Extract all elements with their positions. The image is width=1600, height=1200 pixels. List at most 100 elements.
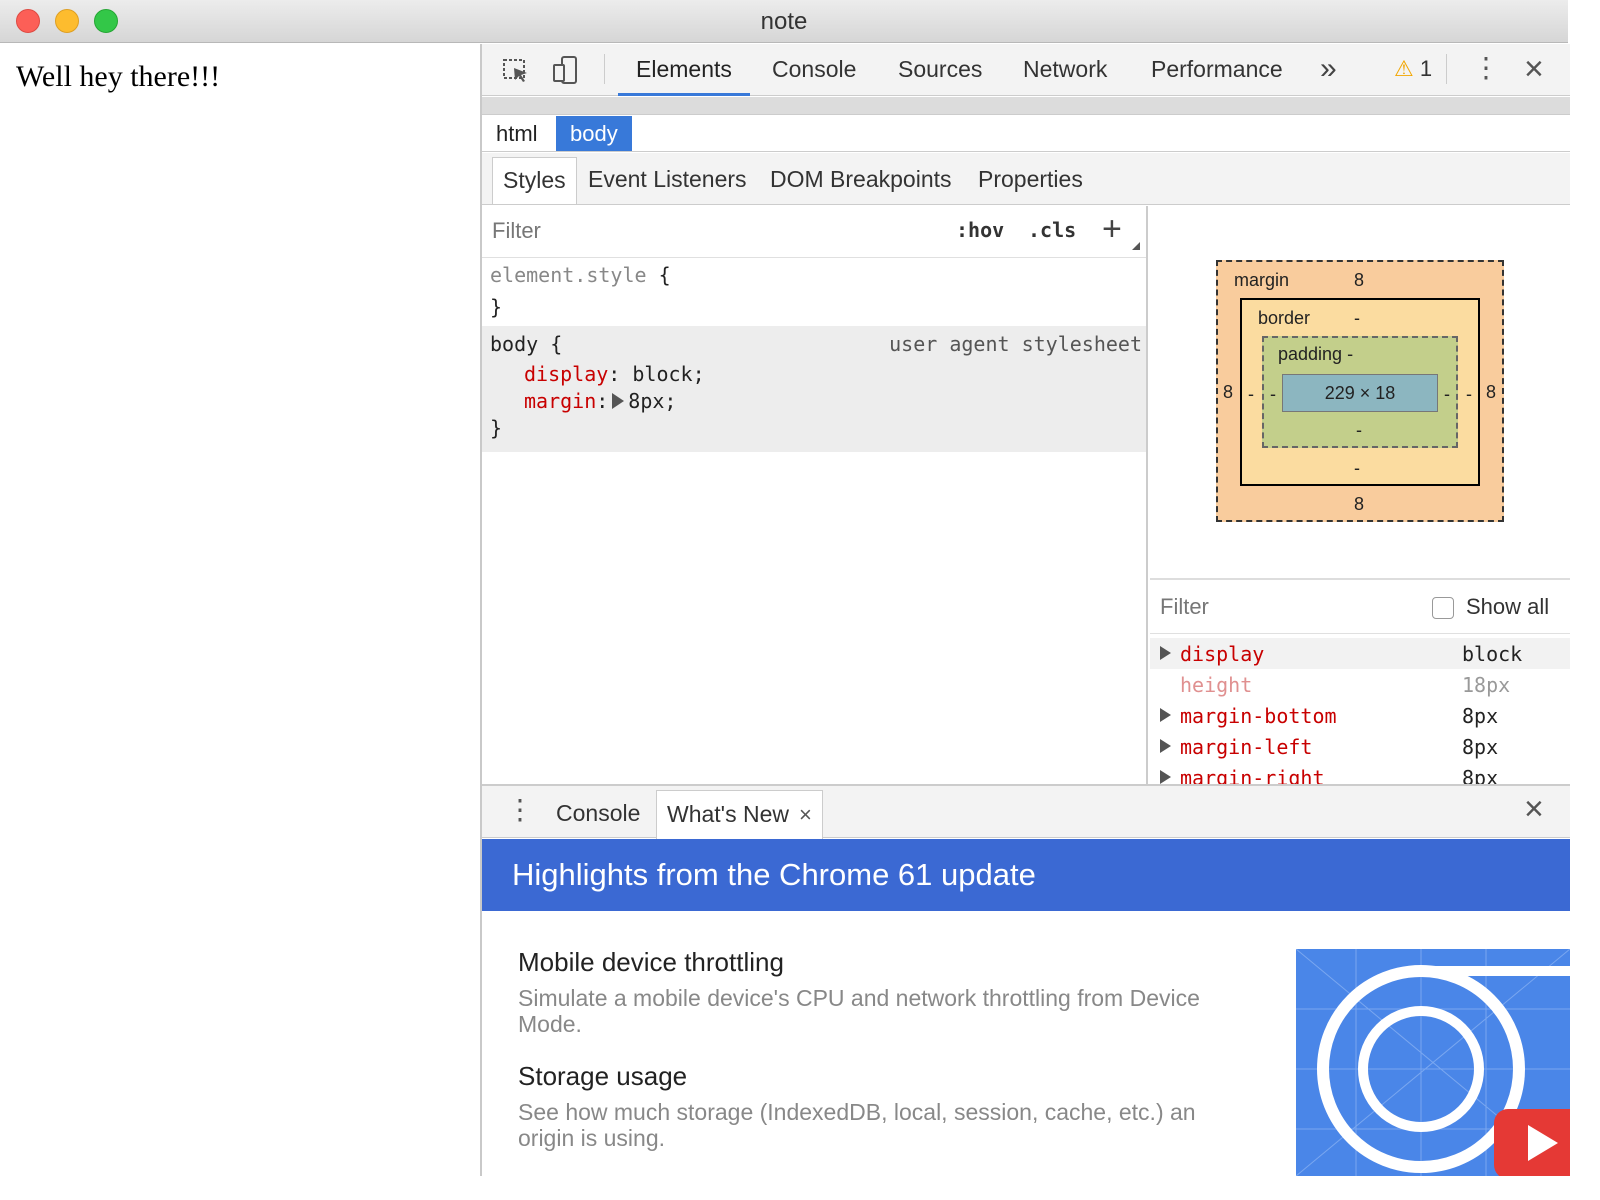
- border-right-value[interactable]: -: [1466, 384, 1472, 405]
- margin-right-value[interactable]: 8: [1486, 382, 1496, 403]
- class-toggle[interactable]: .cls: [1028, 218, 1076, 242]
- computed-property-row[interactable]: margin-bottom 8px: [1150, 700, 1570, 731]
- box-model-border[interactable]: border - - - - padding - - - - 229 × 18: [1240, 298, 1480, 486]
- tab-event-listeners[interactable]: Event Listeners: [578, 157, 757, 204]
- property-name[interactable]: display: [524, 362, 608, 386]
- box-model-margin[interactable]: margin 8 8 8 8 border - - - - padding - …: [1216, 260, 1504, 522]
- show-all-checkbox[interactable]: [1432, 597, 1454, 619]
- expand-shorthand-icon[interactable]: [612, 393, 625, 409]
- computed-property-row[interactable]: margin-left 8px: [1150, 731, 1570, 762]
- corner-triangle-icon[interactable]: [1132, 242, 1140, 250]
- padding-left-value[interactable]: -: [1270, 384, 1276, 405]
- box-model-padding[interactable]: padding - - - - 229 × 18: [1262, 336, 1458, 448]
- computed-properties-list: display block height 18px margin-bottom …: [1150, 638, 1570, 784]
- computed-filter-bar: Filter Show all: [1150, 578, 1570, 634]
- rule-open-brace: {: [550, 332, 563, 356]
- feature-title[interactable]: Storage usage: [518, 1061, 687, 1092]
- computed-property-name: margin-left: [1180, 735, 1313, 759]
- property-name[interactable]: margin: [524, 389, 596, 413]
- declaration-display[interactable]: display: block;: [524, 362, 705, 386]
- property-value[interactable]: block;: [632, 362, 704, 386]
- tab-console[interactable]: Console: [772, 44, 856, 96]
- declaration-margin[interactable]: margin: 8px;: [524, 389, 676, 413]
- new-style-rule-icon[interactable]: +: [1102, 210, 1122, 249]
- toolbar-separator: [604, 54, 605, 84]
- device-toolbar-icon[interactable]: [550, 54, 582, 86]
- tab-performance[interactable]: Performance: [1151, 44, 1283, 96]
- page-body-text: Well hey there!!!: [16, 60, 221, 93]
- computed-property-row[interactable]: height 18px: [1150, 669, 1570, 700]
- more-tabs-chevron-icon[interactable]: »: [1320, 52, 1337, 86]
- rule-open-brace: {: [658, 263, 671, 287]
- margin-top-value[interactable]: 8: [1354, 270, 1364, 291]
- margin-bottom-value[interactable]: 8: [1354, 494, 1364, 515]
- rule-selector: element.style: [490, 263, 647, 287]
- rule-close-brace: }: [490, 416, 503, 440]
- breadcrumb-html[interactable]: html: [482, 116, 552, 151]
- inspect-element-icon[interactable]: [500, 54, 532, 86]
- devtools-panel: Elements Console Sources Network Perform…: [480, 44, 1570, 1176]
- computed-property-name: margin-bottom: [1180, 704, 1337, 728]
- rule-selector[interactable]: body: [490, 332, 538, 356]
- drawer-tab-console[interactable]: Console: [546, 790, 650, 839]
- rule-origin: user agent stylesheet: [889, 332, 1142, 356]
- feature-title[interactable]: Mobile device throttling: [518, 947, 784, 978]
- styles-filter-input[interactable]: Filter: [492, 218, 541, 244]
- drawer-tab-whats-new[interactable]: What's New ×: [656, 790, 823, 839]
- whats-new-banner: Highlights from the Chrome 61 update: [482, 839, 1570, 911]
- warning-icon: ⚠: [1394, 56, 1414, 81]
- computed-property-value: 8px: [1462, 735, 1499, 759]
- tab-dom-breakpoints[interactable]: DOM Breakpoints: [760, 157, 962, 204]
- border-bottom-value[interactable]: -: [1354, 458, 1360, 479]
- margin-left-value[interactable]: 8: [1223, 382, 1233, 403]
- close-devtools-icon[interactable]: ×: [1524, 52, 1544, 86]
- expand-arrow-icon[interactable]: [1160, 708, 1171, 722]
- styles-filter-bar: Filter :hov .cls +: [482, 206, 1146, 258]
- expand-arrow-icon[interactable]: [1160, 646, 1171, 660]
- breadcrumb: html body: [482, 116, 1570, 152]
- computed-property-row[interactable]: display block: [1150, 638, 1570, 669]
- drawer-menu-icon[interactable]: ⋮: [506, 796, 534, 824]
- window-title: note: [760, 8, 808, 35]
- window-titlebar: note: [0, 0, 1568, 43]
- close-drawer-icon[interactable]: ×: [1524, 792, 1544, 826]
- border-top-value[interactable]: -: [1354, 308, 1360, 329]
- page-viewport: Well hey there!!!: [0, 44, 480, 1176]
- border-left-value[interactable]: -: [1248, 384, 1254, 405]
- computed-property-row[interactable]: margin-right 8px: [1150, 762, 1570, 784]
- sidebar-tabs: Styles Event Listeners DOM Breakpoints P…: [482, 153, 1570, 205]
- computed-property-name: height: [1180, 673, 1253, 697]
- element-style-rule[interactable]: element.style { }: [482, 259, 1146, 325]
- tab-elements[interactable]: Elements: [618, 44, 750, 96]
- computed-filter-input[interactable]: Filter: [1160, 594, 1209, 620]
- padding-right-value[interactable]: -: [1444, 384, 1450, 405]
- promo-video-thumbnail[interactable]: [1296, 949, 1570, 1176]
- computed-pane: margin 8 8 8 8 border - - - - padding - …: [1150, 206, 1570, 784]
- warnings-badge[interactable]: ⚠ 1: [1394, 56, 1432, 82]
- tab-properties[interactable]: Properties: [968, 157, 1093, 204]
- breadcrumb-body[interactable]: body: [556, 116, 632, 151]
- computed-property-name: margin-right: [1180, 766, 1325, 784]
- close-tab-icon[interactable]: ×: [799, 802, 812, 827]
- expand-arrow-icon[interactable]: [1160, 770, 1171, 784]
- property-value[interactable]: 8px;: [628, 389, 676, 413]
- dom-tree-strip: [482, 97, 1570, 115]
- feature-description: Simulate a mobile device's CPU and netwo…: [518, 985, 1200, 1037]
- show-all-label[interactable]: Show all: [1466, 594, 1549, 620]
- padding-bottom-value[interactable]: -: [1356, 420, 1362, 441]
- banner-title: Highlights from the Chrome 61 update: [512, 857, 1036, 892]
- computed-property-value: block: [1462, 642, 1523, 666]
- tab-styles[interactable]: Styles: [492, 157, 577, 204]
- warnings-count: 1: [1419, 56, 1433, 81]
- drawer-tab-label: What's New: [667, 801, 789, 827]
- tab-network[interactable]: Network: [1023, 44, 1107, 96]
- computed-property-value: 8px: [1462, 766, 1499, 784]
- tab-sources[interactable]: Sources: [898, 44, 982, 96]
- customize-menu-icon[interactable]: ⋮: [1472, 54, 1500, 82]
- hover-state-toggle[interactable]: :hov: [956, 218, 1004, 242]
- box-model-content[interactable]: 229 × 18: [1282, 374, 1438, 412]
- devtools-main-toolbar: Elements Console Sources Network Perform…: [482, 44, 1570, 96]
- computed-property-name: display: [1180, 642, 1265, 666]
- toolbar-separator: [1446, 54, 1447, 84]
- expand-arrow-icon[interactable]: [1160, 739, 1171, 753]
